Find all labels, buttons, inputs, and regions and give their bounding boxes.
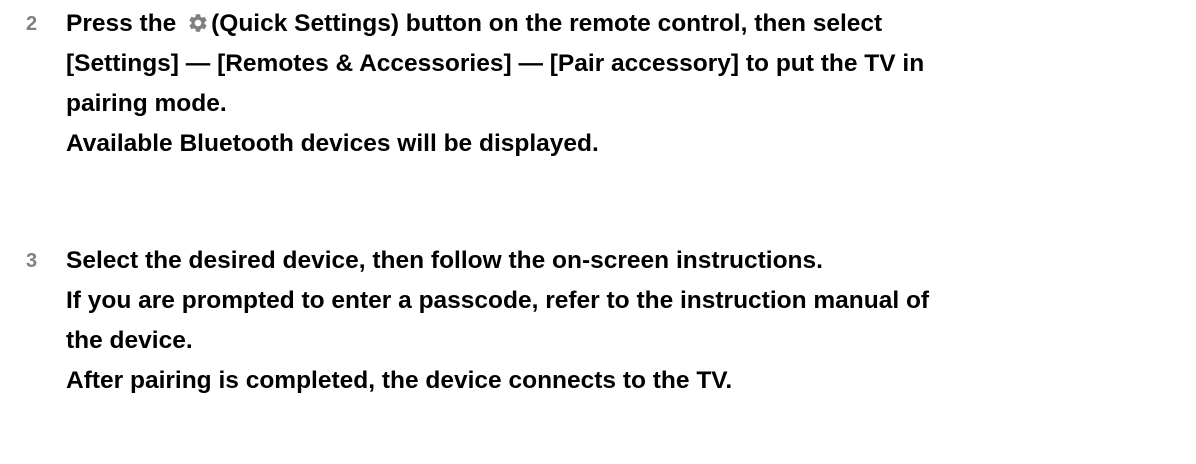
step-3-line-3: the device.: [66, 327, 193, 354]
quick-settings-text: (Quick Settings) button on the remote co…: [211, 10, 883, 37]
step-3-line-4: After pairing is completed, the device c…: [66, 367, 733, 394]
step-2-line-3: pairing mode.: [66, 90, 227, 117]
step-number: 3: [26, 250, 38, 272]
step-2-line-4: Available Bluetooth devices will be disp…: [66, 130, 599, 157]
gear-icon: [187, 7, 209, 32]
step-3-line-1: Select the desired device, then follow t…: [66, 247, 823, 274]
step-2-line-2: [Settings] — [Remotes & Accessories] — […: [66, 50, 925, 77]
step-3-text: Select the desired device, then follow t…: [66, 241, 1191, 401]
step-2-text: Press the (Quick Settings) button on the…: [66, 4, 1191, 164]
step-3-line-2: If you are prompted to enter a passcode,…: [66, 287, 930, 314]
step-2-line-1: Press the (Quick Settings) button on the…: [66, 4, 1191, 44]
step-number: 2: [26, 13, 38, 35]
press-the-text: Press the: [66, 10, 177, 37]
